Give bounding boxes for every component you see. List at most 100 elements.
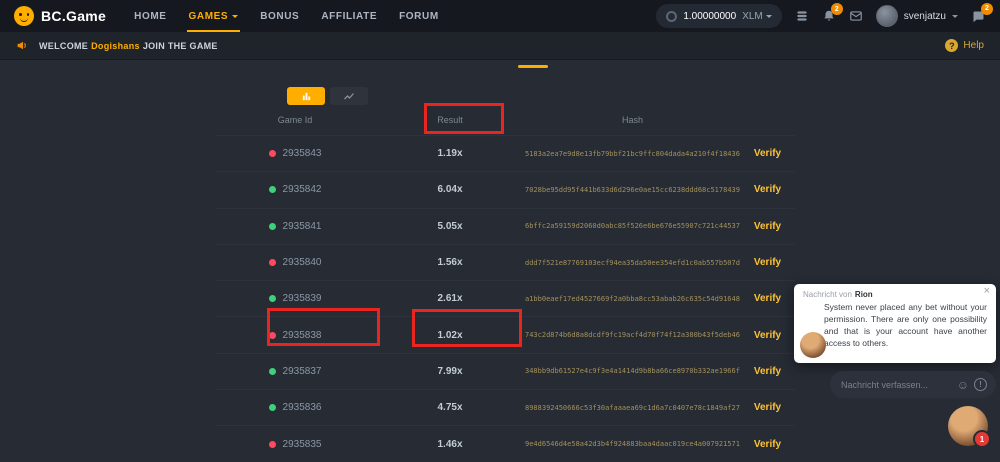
chat-message-input[interactable] (839, 379, 952, 391)
topbar-right: 1.00000000 XLM 2 svenjatzu 2 (656, 4, 986, 28)
help-button[interactable]: ? Help (945, 39, 984, 52)
verify-link[interactable]: Verify (740, 330, 795, 341)
result-value: 1.46x (375, 439, 525, 450)
wallet-icon (795, 9, 809, 23)
game-id-cell: 2935843 (215, 148, 375, 159)
chat-contact-avatar[interactable]: 1 (948, 406, 988, 446)
verify-link[interactable]: Verify (740, 148, 795, 159)
game-id: 2935843 (283, 148, 322, 159)
chat-message-header: Nachricht vonRion (803, 290, 987, 299)
result-value: 1.19x (375, 148, 525, 159)
trends-view-button[interactable] (330, 87, 368, 105)
notifications-button[interactable]: 2 (822, 9, 836, 23)
table-row: 29358426.04x7028be95dd95f441b633d6d296e0… (215, 171, 795, 207)
topbar: BC.Game HOME GAMES BONUS AFFILIATE FORUM… (0, 0, 1000, 32)
bets-table-header: Game Id Result Hash (215, 105, 795, 135)
verify-link[interactable]: Verify (740, 402, 795, 413)
brand-name: BC.Game (41, 8, 106, 24)
active-tab-underline (518, 65, 548, 68)
brand[interactable]: BC.Game (14, 0, 106, 32)
bets-table-body: 2935843 1.19x5183a2ea7e9d8e13fb79bbf21bc9… (215, 135, 795, 462)
avatar (876, 5, 898, 27)
verify-link[interactable]: Verify (740, 221, 795, 232)
table-row: 29358377.99x348bb9db61527e4c9f3e4a1414d9… (215, 353, 795, 389)
coin-icon (666, 11, 677, 22)
hash-value: a1bb0eaef17ed4527669f2a0bba8cc53abab26c6… (525, 295, 740, 303)
verify-link[interactable]: Verify (740, 257, 795, 268)
game-id: 2935835 (283, 439, 322, 450)
result-value: 4.75x (375, 402, 525, 413)
notification-badge: 2 (831, 3, 843, 15)
verify-link[interactable]: Verify (740, 293, 795, 304)
balance-selector[interactable]: 1.00000000 XLM (656, 4, 781, 28)
game-id: 2935842 (283, 184, 322, 195)
question-icon: ? (945, 39, 958, 52)
game-id-cell: 2935835 (215, 439, 375, 450)
nav-home[interactable]: HOME (134, 0, 166, 32)
header-game-id: Game Id (215, 115, 375, 125)
nav-games[interactable]: GAMES (189, 0, 239, 32)
bets-table: Game Id Result Hash 2935843 1.19x5183a2ea… (215, 105, 795, 462)
hash-value: 7028be95dd95f441b633d6d296e0ae15cc6238dd… (525, 186, 740, 194)
result-value: 1.02x (375, 330, 525, 341)
nav-games-label: GAMES (189, 11, 229, 22)
verify-link[interactable]: Verify (740, 184, 795, 195)
hash-value: 8988392450666c53f30afaaaea69c1d6a7c0407e… (525, 404, 740, 412)
status-dot-red (269, 441, 276, 448)
table-row: 29358392.61xa1bb0eaef17ed4527669f2a0bba8… (215, 280, 795, 316)
emoji-icon[interactable]: ☺ (957, 379, 969, 391)
game-id: 2935838 (283, 330, 322, 341)
result-value: 5.05x (375, 221, 525, 232)
chat-badge: 2 (981, 3, 993, 15)
sender-avatar (800, 332, 826, 358)
help-label: Help (963, 40, 984, 51)
game-id: 2935836 (283, 402, 322, 413)
result-value: 1.56x (375, 257, 525, 268)
hash-value: 743c2d874b6d8a8dcdf9fc19acf4d70f74f12a38… (525, 331, 740, 339)
status-dot-red (269, 332, 276, 339)
balance-amount: 1.00000000 (683, 11, 736, 22)
game-id-cell: 2935840 (215, 257, 375, 268)
currency-code: XLM (742, 11, 763, 22)
table-row: 2935836 4.75x8988392450666c53f30afaaaea69… (215, 389, 795, 425)
wallet-button[interactable] (795, 9, 809, 23)
chat-message-popup: × Nachricht vonRion System never placed … (794, 284, 996, 363)
status-dot-red (269, 259, 276, 266)
announcement-bar: WELCOMEDogishansJOIN THE GAME ? Help (0, 32, 1000, 60)
welcome-rest: JOIN THE GAME (143, 41, 218, 51)
close-icon[interactable]: × (984, 285, 990, 298)
hash-value: ddd7f521e87769103ecf94ea35da50ee354efd1c… (525, 259, 740, 267)
currency-dropdown[interactable]: XLM (742, 11, 772, 22)
message-from-label: Nachricht von (803, 290, 852, 299)
game-id: 2935839 (283, 293, 322, 304)
status-dot-red (269, 150, 276, 157)
table-row: 2935843 1.19x5183a2ea7e9d8e13fb79bbf21bc9… (215, 135, 795, 171)
verify-link[interactable]: Verify (740, 439, 795, 450)
info-icon[interactable]: ! (974, 378, 987, 391)
chat-input-bar: ☺ ! (830, 371, 996, 398)
bets-view-button[interactable] (287, 87, 325, 105)
nav-affiliate[interactable]: AFFILIATE (321, 0, 377, 32)
header-hash: Hash (525, 115, 740, 125)
game-id-cell: 2935838 (215, 330, 375, 341)
table-row: 2935838 1.02x743c2d874b6d8a8dcdf9fc19acf4… (215, 316, 795, 352)
game-id-cell: 2935841 (215, 221, 375, 232)
table-row: 29358351.46x9e4d6546d4e58a42d3b4f924883b… (215, 425, 795, 461)
hash-value: 5183a2ea7e9d8e13fb79bbf21bc9ffc804dada4a… (525, 150, 740, 158)
messages-button[interactable] (849, 9, 863, 23)
chevron-down-icon (952, 15, 958, 21)
chat-toggle-button[interactable]: 2 (971, 9, 986, 24)
bar-chart-icon (301, 91, 312, 102)
game-id-cell: 2935839 (215, 293, 375, 304)
main-nav: HOME GAMES BONUS AFFILIATE FORUM (134, 0, 439, 32)
status-dot-green (269, 223, 276, 230)
game-id: 2935837 (283, 366, 322, 377)
nav-bonus[interactable]: BONUS (260, 0, 299, 32)
welcome-username: Dogishans (91, 41, 140, 51)
view-toggle (287, 87, 368, 105)
verify-link[interactable]: Verify (740, 366, 795, 377)
user-menu[interactable]: svenjatzu (876, 5, 958, 27)
sender-name: Rion (855, 290, 873, 299)
nav-forum[interactable]: FORUM (399, 0, 439, 32)
hash-value: 6bffc2a59159d2060d0abc85f526e6be676e5590… (525, 222, 740, 230)
